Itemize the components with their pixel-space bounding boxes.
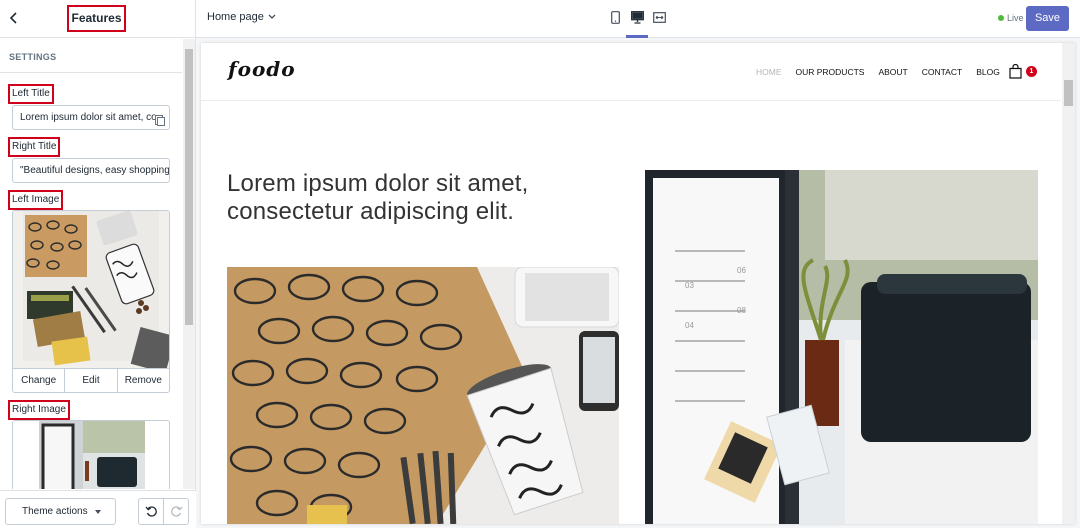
- left-title-label: Left Title: [8, 84, 54, 104]
- svg-text:06: 06: [737, 266, 746, 275]
- preview-scrollbar-thumb[interactable]: [1064, 80, 1073, 106]
- nav-item-home[interactable]: HOME: [756, 67, 782, 77]
- nav-item-blog[interactable]: BLOG: [976, 67, 1000, 77]
- mobile-icon: [610, 11, 620, 24]
- feature-left-image: [227, 267, 619, 524]
- chevron-left-icon: [9, 12, 17, 24]
- remove-image-button[interactable]: Remove: [116, 369, 169, 392]
- left-image-label: Left Image: [8, 190, 64, 210]
- store-preview: foodo HOME OUR PRODUCTS ABOUT CONTACT BL…: [201, 43, 1075, 524]
- desktop-icon: [630, 11, 644, 24]
- cart-button[interactable]: 1: [1009, 64, 1039, 80]
- left-title-value: Lorem ipsum dolor sit amet, con: [20, 112, 163, 123]
- nav-item-our-products[interactable]: OUR PRODUCTS: [796, 67, 865, 77]
- settings-heading: SETTINGS: [0, 39, 182, 73]
- sidebar-footer: Theme actions: [0, 490, 196, 528]
- right-image-thumbnail: [13, 421, 169, 489]
- save-button[interactable]: Save: [1026, 6, 1069, 31]
- svg-text:04: 04: [685, 321, 694, 330]
- nav-item-contact[interactable]: CONTACT: [922, 67, 962, 77]
- left-image-thumbnail: [13, 211, 169, 369]
- feature-left-title-line1: Lorem ipsum dolor sit amet,: [227, 170, 529, 197]
- live-status-dot: [998, 15, 1004, 21]
- sidebar-scrollbar-thumb[interactable]: [185, 49, 193, 325]
- redo-icon: [170, 506, 182, 517]
- preview-scrollbar[interactable]: [1062, 43, 1075, 524]
- edit-image-button[interactable]: Edit: [64, 369, 116, 392]
- feature-left-title: Lorem ipsum dolor sit amet, consectetur …: [227, 170, 587, 226]
- office-desk-photo: 03 04 06 08: [645, 170, 1038, 524]
- shopping-bag-icon: [1009, 64, 1022, 79]
- left-image-picker: Change Edit Remove: [12, 210, 170, 393]
- settings-panel: SETTINGS Left Title Lorem ipsum dolor si…: [0, 39, 196, 489]
- caret-down-icon: [95, 510, 101, 514]
- chevron-down-icon: [268, 14, 276, 19]
- right-image-picker: [12, 420, 170, 489]
- sidebar-scrollbar[interactable]: [183, 39, 195, 489]
- fullscreen-view-button[interactable]: [651, 8, 667, 30]
- settings-sidebar: Features SETTINGS Left Title Lorem ipsum…: [0, 0, 196, 528]
- right-title-value: "Beautiful designs, easy shopping: [20, 165, 170, 176]
- theme-actions-dropdown[interactable]: Theme actions: [5, 498, 116, 525]
- feature-left-title-line2: consectetur adipiscing elit.: [227, 198, 515, 225]
- mobile-view-button[interactable]: [607, 8, 623, 30]
- device-switcher: [607, 8, 667, 38]
- history-controls: [138, 498, 189, 525]
- section-title: Features: [67, 5, 126, 32]
- nav-item-about[interactable]: ABOUT: [878, 67, 907, 77]
- right-title-label: Right Title: [8, 137, 61, 157]
- store-nav: HOME OUR PRODUCTS ABOUT CONTACT BLOG: [756, 67, 1000, 77]
- theme-actions-label: Theme actions: [22, 506, 88, 517]
- live-status-label: Live: [1007, 13, 1024, 23]
- page-selector[interactable]: Home page: [207, 11, 276, 23]
- svg-text:03: 03: [685, 281, 694, 290]
- insert-dynamic-source-icon[interactable]: [155, 112, 165, 126]
- food-packaging-photo: [227, 267, 619, 524]
- store-header: foodo HOME OUR PRODUCTS ABOUT CONTACT BL…: [201, 43, 1061, 101]
- sidebar-header: Features: [0, 0, 196, 38]
- desktop-view-button[interactable]: [626, 8, 648, 38]
- right-image-label: Right Image: [8, 400, 70, 420]
- editor-topbar: Home page Live Save: [196, 0, 1080, 38]
- right-title-input[interactable]: "Beautiful designs, easy shopping: [12, 158, 170, 183]
- theme-editor: Features SETTINGS Left Title Lorem ipsum…: [0, 0, 1080, 528]
- change-image-button[interactable]: Change: [13, 369, 64, 392]
- undo-button[interactable]: [139, 499, 163, 524]
- svg-text:08: 08: [737, 306, 746, 315]
- fullscreen-icon: [652, 12, 666, 23]
- feature-right-image: 03 04 06 08: [645, 170, 1038, 524]
- back-button[interactable]: [4, 8, 24, 28]
- redo-button[interactable]: [163, 499, 188, 524]
- live-status: Live: [998, 13, 1024, 23]
- cart-count-badge: 1: [1026, 66, 1037, 77]
- left-image-actions: Change Edit Remove: [13, 368, 169, 392]
- page-selector-label: Home page: [207, 11, 264, 23]
- left-title-input[interactable]: Lorem ipsum dolor sit amet, con: [12, 105, 170, 130]
- store-logo[interactable]: foodo: [228, 57, 296, 81]
- undo-icon: [145, 506, 157, 517]
